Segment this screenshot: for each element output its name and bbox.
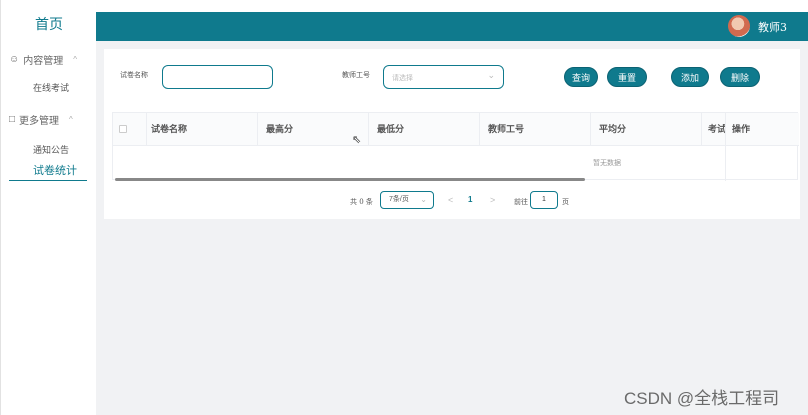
table-header: 试卷名称 最高分 最低分 教师工号 平均分 考试人数 操作 bbox=[113, 113, 799, 146]
chevron-down-icon: ⌄ bbox=[487, 70, 495, 80]
horizontal-scrollbar[interactable] bbox=[115, 178, 585, 181]
column-header-teacher-id[interactable]: 教师工号 bbox=[480, 113, 591, 146]
teacher-id-label: 教师工号 bbox=[342, 71, 370, 79]
column-header-actions: 操作 bbox=[732, 124, 751, 134]
sidebar: 首页 ☺ 内容管理 ^ 在线考试 □ 更多管理 ^ 通知公告 试卷统计 bbox=[0, 0, 96, 415]
data-table: 试卷名称 最高分 最低分 教师工号 平均分 考试人数 操作 暂无数据 bbox=[112, 112, 799, 181]
prev-page-button[interactable]: < bbox=[448, 195, 453, 205]
main-content: 试卷名称 教师工号 请选择 ⌄ 查询 重置 添加 删除 试卷名称 最高分 最低分… bbox=[96, 41, 808, 415]
column-header-exam-count[interactable]: 考试人数 bbox=[702, 113, 726, 146]
sidebar-item-paper-stats[interactable]: 试卷统计 bbox=[1, 162, 97, 178]
sidebar-item-online-exam[interactable]: 在线考试 bbox=[1, 81, 97, 94]
empty-text: 暂无数据 bbox=[593, 160, 621, 167]
paper-name-input[interactable] bbox=[162, 65, 273, 89]
fixed-column-divider bbox=[725, 146, 726, 181]
copy-icon: □ bbox=[9, 114, 16, 125]
sidebar-group-content[interactable]: ☺ 内容管理 ^ bbox=[9, 52, 77, 67]
table-panel: 试卷名称 教师工号 请选择 ⌄ 查询 重置 添加 删除 试卷名称 最高分 最低分… bbox=[104, 49, 800, 219]
table-body: 暂无数据 bbox=[113, 146, 799, 181]
paper-name-label: 试卷名称 bbox=[120, 71, 148, 79]
delete-button[interactable]: 删除 bbox=[720, 67, 760, 87]
teacher-id-select[interactable]: 请选择 ⌄ bbox=[383, 65, 504, 89]
page-size-select[interactable]: 7条/页 ⌄ bbox=[380, 191, 434, 209]
page-suffix: 页 bbox=[562, 198, 569, 206]
goto-page-input[interactable]: 1 bbox=[530, 191, 558, 209]
reset-button[interactable]: 重置 bbox=[607, 67, 647, 87]
select-all-checkbox[interactable] bbox=[119, 125, 127, 133]
column-header-min-score[interactable]: 最低分 bbox=[369, 113, 480, 146]
column-header-paper-name[interactable]: 试卷名称 bbox=[147, 113, 258, 146]
goto-label: 前往 bbox=[514, 198, 528, 206]
sidebar-group-more[interactable]: □ 更多管理 ^ bbox=[9, 112, 73, 127]
message-icon: ☺ bbox=[9, 54, 20, 65]
chevron-up-icon: ^ bbox=[69, 115, 73, 124]
add-button[interactable]: 添加 bbox=[671, 67, 709, 87]
sidebar-item-notice[interactable]: 通知公告 bbox=[1, 143, 97, 156]
chevron-up-icon: ^ bbox=[73, 55, 77, 64]
mouse-cursor-icon: ⇖ bbox=[352, 134, 362, 146]
pagination-total: 共 0 条 bbox=[350, 198, 373, 206]
column-header-avg-score[interactable]: 平均分 bbox=[591, 113, 702, 146]
query-button[interactable]: 查询 bbox=[564, 67, 598, 87]
active-indicator bbox=[9, 180, 87, 181]
sidebar-group-label: 内容管理 bbox=[23, 56, 64, 67]
top-bar: 教师3 bbox=[96, 12, 808, 41]
next-page-button[interactable]: > bbox=[490, 195, 495, 205]
watermark: CSDN @全栈工程司 bbox=[624, 389, 780, 408]
select-all-cell bbox=[113, 113, 147, 146]
home-link[interactable]: 首页 bbox=[1, 0, 97, 48]
current-page[interactable]: 1 bbox=[468, 195, 472, 204]
sidebar-group-label: 更多管理 bbox=[19, 116, 60, 127]
teacher-id-placeholder: 请选择 bbox=[392, 75, 413, 82]
username[interactable]: 教师3 bbox=[758, 19, 787, 35]
chevron-down-icon: ⌄ bbox=[420, 195, 427, 204]
avatar[interactable] bbox=[728, 15, 750, 37]
